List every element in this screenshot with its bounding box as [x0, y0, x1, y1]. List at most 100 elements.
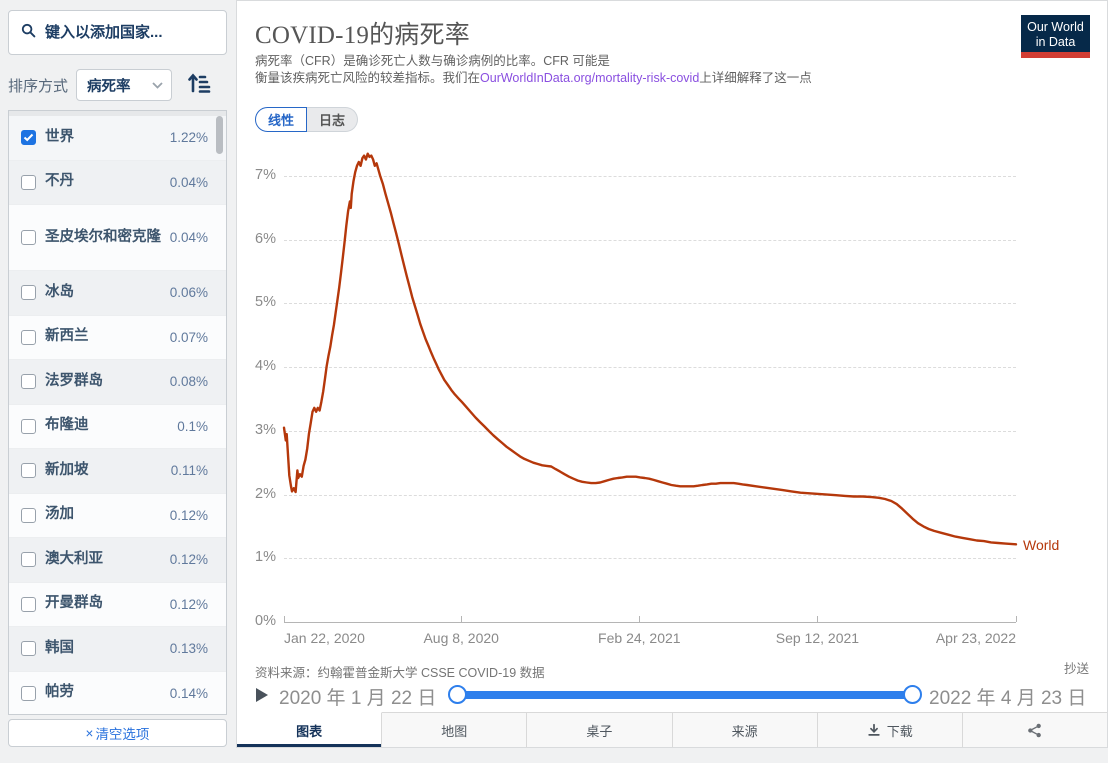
country-value: 0.04% [169, 174, 208, 190]
tab-地图[interactable]: 地图 [382, 713, 528, 747]
country-name: 汤加 [45, 506, 74, 523]
country-row[interactable]: 冰岛 0.06% [9, 271, 226, 316]
country-value: 0.12% [169, 552, 208, 568]
license-link[interactable]: 抄送 [1064, 658, 1089, 677]
timeline-handle-end[interactable] [903, 685, 922, 704]
sort-ascending-icon [187, 71, 211, 100]
country-name: 圣皮埃尔和密克隆 [45, 228, 161, 245]
country-name: 世界 [45, 128, 74, 145]
country-value: 0.1% [177, 418, 208, 434]
country-name: 布隆迪 [45, 417, 89, 434]
sort-row: 排序方式 病死率 [8, 68, 227, 102]
checkbox-unchecked[interactable] [21, 285, 36, 301]
tab-label: 下载 [886, 723, 913, 739]
country-name: 新西兰 [45, 328, 89, 345]
country-name: 冰岛 [45, 283, 74, 300]
timeline-handle-start[interactable] [448, 685, 467, 704]
search-input[interactable] [45, 24, 205, 41]
country-list[interactable]: 世界 1.22% 不丹 0.04% 圣皮埃尔和密克隆 0.04% 冰岛 0.06% 新西兰 0.0… [8, 110, 227, 715]
country-value: 0.13% [169, 641, 208, 657]
checkbox-unchecked[interactable] [21, 174, 36, 190]
country-row[interactable]: 澳大利亚 0.12% [9, 538, 226, 583]
checkbox-unchecked[interactable] [21, 685, 36, 701]
download-icon [867, 723, 881, 737]
tab-label: 桌子 [586, 723, 613, 739]
share-icon [1027, 723, 1042, 738]
checkbox-unchecked[interactable] [21, 552, 36, 568]
country-row[interactable]: 圣皮埃尔和密克隆 0.04% [9, 205, 226, 271]
country-name: 澳大利亚 [45, 550, 103, 567]
country-row[interactable]: 布隆迪 0.1% [9, 404, 226, 449]
country-row[interactable]: 世界 1.22% [9, 116, 226, 161]
country-search-box[interactable] [8, 10, 227, 55]
search-icon [21, 23, 36, 43]
country-row[interactable]: 汤加 0.12% [9, 493, 226, 538]
tab-label: 图表 [296, 723, 323, 739]
checkbox-unchecked[interactable] [21, 596, 36, 612]
sort-select[interactable]: 病死率 [76, 69, 173, 101]
play-button[interactable] [255, 687, 271, 703]
series-end-label: World [1023, 537, 1060, 553]
chart-subtitle: 病死率（CFR）是确诊死亡人数与确诊病例的比率。CFR 可能是 衡量该疾病死亡风… [255, 53, 895, 87]
scale-toggle: 线性 日志 [255, 107, 359, 132]
country-value: 0.04% [169, 230, 208, 245]
tab-label: 地图 [441, 723, 468, 739]
checkbox-unchecked[interactable] [21, 230, 36, 245]
subtitle-line2-post: 上详细解释了这一点 [699, 71, 812, 85]
scale-log-button[interactable]: 日志 [307, 107, 359, 132]
checkbox-unchecked[interactable] [21, 418, 36, 434]
country-name: 帕劳 [45, 684, 74, 701]
country-value: 0.06% [169, 285, 208, 301]
tab-图表[interactable]: 图表 [237, 712, 383, 747]
mortality-risk-link[interactable]: OurWorldInData.org/mortality-risk-covid [480, 71, 699, 85]
country-name: 法罗群岛 [45, 372, 103, 389]
country-value: 0.14% [169, 685, 208, 701]
checkbox-unchecked[interactable] [21, 374, 36, 390]
checkbox-unchecked[interactable] [21, 507, 36, 523]
country-value: 0.11% [170, 463, 208, 479]
country-row[interactable]: 帕劳 0.14% [9, 671, 226, 714]
checkbox-unchecked[interactable] [21, 641, 36, 657]
country-value: 0.08% [169, 374, 208, 390]
clear-icon: × [85, 725, 94, 741]
timeline-end-date: 2022 年 4 月 23 日 [929, 688, 1087, 709]
timeline: 2020 年 1 月 22 日 2022 年 4 月 23 日 [237, 679, 1108, 711]
country-row[interactable]: 法罗群岛 0.08% [9, 360, 226, 405]
line-chart[interactable] [237, 141, 1108, 641]
timeline-start-date: 2020 年 1 月 22 日 [279, 688, 437, 709]
country-name: 韩国 [45, 639, 74, 656]
country-value: 0.12% [169, 596, 208, 612]
tab-来源[interactable]: 来源 [672, 713, 818, 747]
tab-label: 来源 [731, 723, 758, 739]
country-row[interactable]: 新西兰 0.07% [9, 315, 226, 360]
sort-direction-button[interactable] [184, 70, 214, 100]
country-row[interactable]: 开曼群岛 0.12% [9, 582, 226, 627]
country-row[interactable]: 韩国 0.13% [9, 627, 226, 672]
tab-下载[interactable]: 下载 [817, 713, 963, 747]
country-value: 0.07% [169, 329, 208, 345]
country-list-scrollbar[interactable] [216, 116, 223, 154]
country-value: 0.12% [169, 507, 208, 523]
clear-selection-button[interactable]: × 清空选项 [8, 719, 227, 747]
bottom-tab-bar: 图表 地图 桌子 来源 下载 [237, 712, 1108, 747]
timeline-track[interactable] [458, 691, 912, 699]
country-name: 不丹 [45, 173, 74, 190]
sort-select-value: 病死率 [87, 78, 131, 95]
owid-logo[interactable]: Our World in Data [1021, 15, 1090, 58]
tab-桌子[interactable]: 桌子 [527, 713, 673, 747]
scale-linear-button[interactable]: 线性 [255, 107, 308, 132]
tab-share[interactable] [962, 713, 1108, 747]
country-name: 新加坡 [45, 461, 89, 478]
checkbox-unchecked[interactable] [21, 463, 36, 479]
checkbox-checked[interactable] [21, 130, 36, 146]
country-row[interactable]: 不丹 0.04% [9, 160, 226, 205]
checkbox-unchecked[interactable] [21, 329, 36, 345]
page: 排序方式 病死率 世界 1.22% 不丹 0.04% 圣皮埃尔和密克隆 0.04% 冰岛 0.… [0, 0, 1108, 763]
country-value: 1.22% [169, 130, 208, 146]
chevron-down-icon [152, 76, 163, 94]
owid-logo-line2: in Data [1035, 35, 1076, 49]
country-name: 开曼群岛 [45, 595, 103, 612]
country-row[interactable]: 新加坡 0.11% [9, 449, 226, 494]
subtitle-line2-pre: 衡量该疾病死亡风险的较差指标。我们在 [255, 71, 481, 85]
subtitle-line1: 病死率（CFR）是确诊死亡人数与确诊病例的比率。CFR 可能是 [255, 54, 610, 68]
